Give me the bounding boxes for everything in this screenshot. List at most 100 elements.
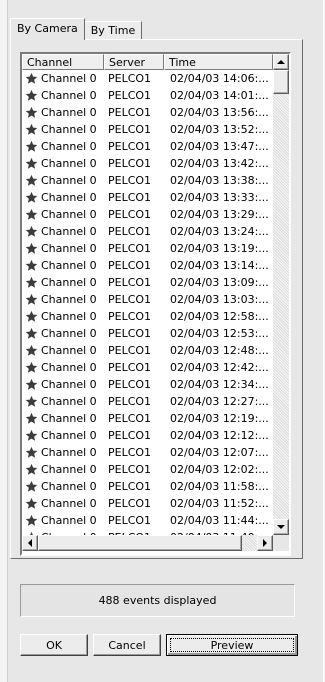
cell-server: PELCO1 bbox=[108, 327, 152, 340]
table-row[interactable]: Channel 0 PELCO1 02/04/03 14:01:... bbox=[22, 87, 273, 104]
cell-server: PELCO1 bbox=[108, 463, 152, 476]
table-row[interactable]: Channel 0 PELCO1 02/04/03 11:44:... bbox=[22, 512, 273, 529]
star-icon bbox=[25, 140, 38, 152]
cell-channel: Channel 0 bbox=[22, 361, 104, 374]
tab-by-camera[interactable]: By Camera bbox=[10, 18, 85, 40]
table-row[interactable]: Channel 0 PELCO1 02/04/03 12:58:... bbox=[22, 308, 273, 325]
cell-time: 02/04/03 12:02:... bbox=[170, 463, 269, 476]
table-row[interactable]: Channel 0 PELCO1 02/04/03 13:24:... bbox=[22, 223, 273, 240]
cell-server: PELCO1 bbox=[108, 208, 152, 221]
table-row[interactable]: Channel 0 PELCO1 02/04/03 12:53:... bbox=[22, 325, 273, 342]
cell-time: 02/04/03 14:06:... bbox=[170, 72, 269, 85]
cell-server: PELCO1 bbox=[108, 140, 152, 153]
cell-time: 02/04/03 12:27:... bbox=[170, 395, 269, 408]
channel-text: Channel 0 bbox=[41, 72, 97, 85]
channel-text: Channel 0 bbox=[41, 395, 97, 408]
scroll-down-button[interactable] bbox=[273, 519, 289, 535]
ok-button[interactable]: OK bbox=[20, 634, 88, 656]
list-header: Channel Server Time bbox=[22, 54, 273, 70]
cell-time: 02/04/03 13:14:... bbox=[170, 259, 269, 272]
table-row[interactable]: Channel 0 PELCO1 02/04/03 11:58:... bbox=[22, 478, 273, 495]
star-icon bbox=[25, 259, 38, 271]
table-row[interactable]: Channel 0 PELCO1 02/04/03 12:07:... bbox=[22, 444, 273, 461]
cell-time: 02/04/03 11:58:... bbox=[170, 480, 269, 493]
scroll-left-button[interactable] bbox=[22, 535, 38, 551]
cell-channel: Channel 0 bbox=[22, 497, 104, 510]
table-row[interactable]: Channel 0 PELCO1 02/04/03 13:14:... bbox=[22, 257, 273, 274]
column-header-channel[interactable]: Channel bbox=[22, 54, 104, 70]
scrollbar-corner bbox=[273, 535, 289, 551]
cell-time: 02/04/03 13:42:... bbox=[170, 157, 269, 170]
channel-text: Channel 0 bbox=[41, 191, 97, 204]
cell-time: 02/04/03 14:01:... bbox=[170, 89, 269, 102]
table-row[interactable]: Channel 0 PELCO1 02/04/03 12:27:... bbox=[22, 393, 273, 410]
table-row[interactable]: Channel 0 PELCO1 02/04/03 12:19:... bbox=[22, 410, 273, 427]
cell-time: 02/04/03 13:09:... bbox=[170, 276, 269, 289]
table-row[interactable]: Channel 0 PELCO1 02/04/03 12:02:... bbox=[22, 461, 273, 478]
cell-time: 02/04/03 12:12:... bbox=[170, 429, 269, 442]
column-header-server[interactable]: Server bbox=[104, 54, 164, 70]
scroll-right-button[interactable] bbox=[257, 535, 273, 551]
star-icon bbox=[25, 310, 38, 322]
tab-by-time[interactable]: By Time bbox=[83, 21, 143, 40]
channel-text: Channel 0 bbox=[41, 276, 97, 289]
cell-time: 02/04/03 13:47:... bbox=[170, 140, 269, 153]
star-icon bbox=[25, 123, 38, 135]
star-icon bbox=[25, 514, 38, 526]
table-row[interactable]: Channel 0 PELCO1 02/04/03 13:09:... bbox=[22, 274, 273, 291]
table-row[interactable]: Channel 0 PELCO1 02/04/03 13:33:... bbox=[22, 189, 273, 206]
vertical-scrollbar[interactable] bbox=[273, 54, 289, 535]
cell-time: 02/04/03 11:44:... bbox=[170, 514, 269, 527]
cancel-button[interactable]: Cancel bbox=[93, 634, 161, 656]
cell-time: 02/04/03 12:42:... bbox=[170, 361, 269, 374]
channel-text: Channel 0 bbox=[41, 344, 97, 357]
cell-channel: Channel 0 bbox=[22, 395, 104, 408]
table-row[interactable]: Channel 0 PELCO1 02/04/03 14:06:... bbox=[22, 70, 273, 87]
cell-time: 02/04/03 12:53:... bbox=[170, 327, 269, 340]
star-icon bbox=[25, 463, 38, 475]
cell-time: 02/04/03 13:33:... bbox=[170, 191, 269, 204]
cell-channel: Channel 0 bbox=[22, 310, 104, 323]
status-box: 488 events displayed bbox=[20, 584, 295, 617]
table-row[interactable]: Channel 0 PELCO1 02/04/03 13:42:... bbox=[22, 155, 273, 172]
cell-server: PELCO1 bbox=[108, 514, 152, 527]
star-icon bbox=[25, 395, 38, 407]
cell-channel: Channel 0 bbox=[22, 140, 104, 153]
channel-text: Channel 0 bbox=[41, 361, 97, 374]
vertical-scroll-thumb[interactable] bbox=[273, 70, 289, 94]
table-row[interactable]: Channel 0 PELCO1 02/04/03 13:52:... bbox=[22, 121, 273, 138]
star-icon bbox=[25, 106, 38, 118]
cell-time: 02/04/03 12:19:... bbox=[170, 412, 269, 425]
preview-button[interactable]: Preview bbox=[166, 634, 298, 656]
cancel-button-label: Cancel bbox=[108, 638, 146, 652]
arrow-down-icon bbox=[277, 525, 285, 529]
table-row[interactable]: Channel 0 PELCO1 02/04/03 12:12:... bbox=[22, 427, 273, 444]
status-text: 488 events displayed bbox=[98, 594, 217, 607]
cell-channel: Channel 0 bbox=[22, 327, 104, 340]
table-row[interactable]: Channel 0 PELCO1 02/04/03 13:29:... bbox=[22, 206, 273, 223]
cell-channel: Channel 0 bbox=[22, 157, 104, 170]
column-header-time[interactable]: Time bbox=[164, 54, 273, 70]
table-row[interactable]: Channel 0 PELCO1 02/04/03 13:56:... bbox=[22, 104, 273, 121]
channel-text: Channel 0 bbox=[41, 89, 97, 102]
channel-text: Channel 0 bbox=[41, 174, 97, 187]
table-row[interactable]: Channel 0 PELCO1 02/04/03 13:47:... bbox=[22, 138, 273, 155]
cell-time: 02/04/03 13:56:... bbox=[170, 106, 269, 119]
scroll-up-button[interactable] bbox=[273, 54, 289, 70]
cell-server: PELCO1 bbox=[108, 395, 152, 408]
table-row[interactable]: Channel 0 PELCO1 02/04/03 13:38:... bbox=[22, 172, 273, 189]
events-list[interactable]: Channel Server Time Channel 0 PELCO1 02/04… bbox=[20, 52, 291, 556]
table-row[interactable]: Channel 0 PELCO1 02/04/03 12:42:... bbox=[22, 359, 273, 376]
table-row[interactable]: Channel 0 PELCO1 02/04/03 13:03:... bbox=[22, 291, 273, 308]
cell-channel: Channel 0 bbox=[22, 242, 104, 255]
cell-channel: Channel 0 bbox=[22, 106, 104, 119]
cell-server: PELCO1 bbox=[108, 242, 152, 255]
cell-channel: Channel 0 bbox=[22, 429, 104, 442]
table-row[interactable]: Channel 0 PELCO1 02/04/03 12:34:... bbox=[22, 376, 273, 393]
table-row[interactable]: Channel 0 PELCO1 02/04/03 12:48:... bbox=[22, 342, 273, 359]
table-row[interactable]: Channel 0 PELCO1 02/04/03 13:19:... bbox=[22, 240, 273, 257]
horizontal-scrollbar[interactable] bbox=[22, 535, 273, 551]
cell-server: PELCO1 bbox=[108, 106, 152, 119]
table-row[interactable]: Channel 0 PELCO1 02/04/03 11:52:... bbox=[22, 495, 273, 512]
horizontal-scroll-thumb[interactable] bbox=[38, 535, 242, 551]
